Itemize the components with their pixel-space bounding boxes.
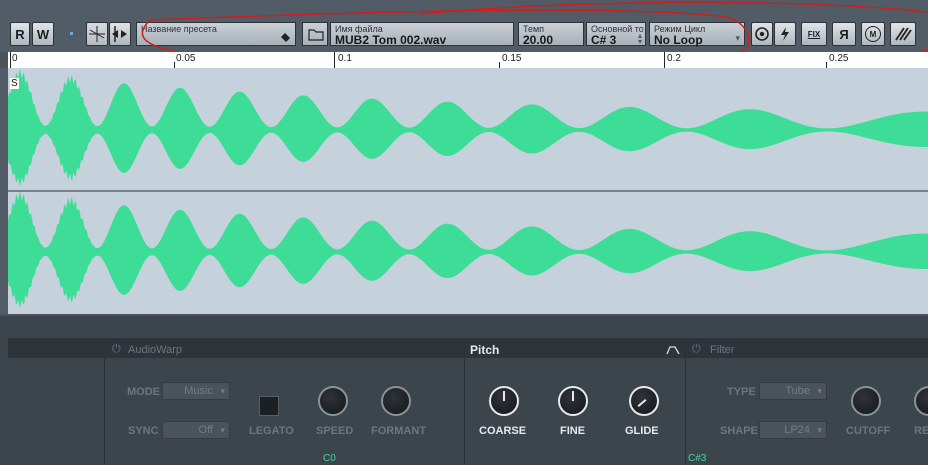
jump-button[interactable] <box>109 22 131 46</box>
formant-label: FORMANT <box>371 425 426 437</box>
resonance-label: RE <box>914 425 928 437</box>
waveform-channel-right <box>8 190 928 309</box>
file-name-field[interactable]: Имя файла MUB2 Tom 002.wav <box>330 22 514 47</box>
cutoff-label: CUTOFF <box>846 425 891 437</box>
key-label-low: C0 <box>323 453 336 464</box>
ruler-label-01: 0.1 <box>338 53 352 64</box>
type-label: TYPE <box>727 386 756 398</box>
start-marker[interactable]: S <box>10 78 19 89</box>
glide-knob[interactable] <box>629 386 659 416</box>
speed-label: SPEED <box>316 425 354 437</box>
tempo-value: 20.00 <box>523 33 554 47</box>
status-dot <box>70 32 73 35</box>
ruler-tick <box>10 52 11 68</box>
loop-dropdown-icon: ▾ <box>735 33 740 43</box>
shape-label: SHAPE <box>720 425 758 437</box>
filter-type-select[interactable]: Tube <box>759 382 827 400</box>
waveform-svg <box>8 68 928 309</box>
root-key-field[interactable]: Основной то C# 3 ▴ ▾ <box>586 22 646 47</box>
ruler-tick <box>334 52 335 68</box>
section-divider <box>464 338 465 465</box>
left-gutter <box>0 68 8 314</box>
root-stepper-icon[interactable]: ▴ ▾ <box>638 32 642 46</box>
ruler-label-005: 0.05 <box>176 53 196 64</box>
audiowarp-power-icon[interactable]: ⏻ <box>112 343 121 356</box>
mode-label: MODE <box>127 386 160 398</box>
sync-select[interactable]: Off <box>162 421 230 439</box>
waveform-display[interactable]: S <box>8 68 928 314</box>
read-button[interactable]: R <box>10 22 30 46</box>
parameter-panel: ⏻ AudioWarp MODE Music SYNC Off LEGATO S… <box>0 316 928 465</box>
fine-label: FINE <box>560 425 586 437</box>
fine-knob[interactable] <box>558 386 588 416</box>
speed-knob[interactable] <box>318 386 348 416</box>
mode-select[interactable]: Music <box>162 382 230 400</box>
m-circle-label: M <box>865 26 881 42</box>
slice-button[interactable] <box>890 22 916 46</box>
write-button[interactable]: W <box>32 22 54 46</box>
folder-icon <box>308 29 324 41</box>
ruler-tick <box>664 52 665 68</box>
ruler-label-025: 0.25 <box>829 53 849 64</box>
legato-label: LEGATO <box>249 425 294 437</box>
key-label-high: C#3 <box>688 453 707 464</box>
record-target-button[interactable] <box>751 22 773 46</box>
sync-label: SYNC <box>128 425 159 437</box>
waveform-channel-left <box>8 68 928 187</box>
file-name-value: MUB2 Tom 002.wav <box>335 33 447 47</box>
legato-checkbox[interactable] <box>259 396 279 416</box>
open-file-button[interactable] <box>302 22 328 46</box>
loop-mode-value: No Loop <box>654 33 703 47</box>
tempo-field[interactable]: Темп 20.00 <box>518 22 584 47</box>
lightning-button[interactable] <box>774 22 796 46</box>
toolbar: R W Название пресета Имя файла MUB2 Tom … <box>0 0 928 52</box>
target-icon <box>755 27 769 41</box>
preset-name-label: Название пресета <box>141 24 217 34</box>
section-divider <box>685 338 686 465</box>
loop-mode-field[interactable]: Режим Цикл No Loop ▾ <box>649 22 745 47</box>
slash-lines-icon <box>895 27 912 41</box>
snap-button[interactable] <box>86 22 108 46</box>
ruler-label-0: 0 <box>12 53 18 64</box>
filter-shape-select[interactable]: LP24 <box>759 421 827 439</box>
preset-tag-icon[interactable] <box>279 31 291 43</box>
fix-button[interactable]: FIX <box>801 22 827 46</box>
audiowarp-title: AudioWarp <box>128 344 183 356</box>
ruler-label-02: 0.2 <box>667 53 681 64</box>
cutoff-knob[interactable] <box>851 386 881 416</box>
filter-power-icon[interactable]: ⏻ <box>692 343 701 356</box>
crosshair-icon <box>89 26 105 42</box>
filter-title: Filter <box>710 344 735 356</box>
coarse-label: COARSE <box>479 425 527 437</box>
lightning-icon <box>781 27 789 41</box>
time-ruler[interactable]: 0 0.05 0.1 0.15 0.2 0.25 <box>8 52 928 69</box>
formant-knob[interactable] <box>381 386 411 416</box>
envelope-icon[interactable] <box>666 345 680 355</box>
m-button[interactable]: M <box>861 22 885 46</box>
arrow-jump-icon <box>112 26 127 42</box>
root-key-value: C# 3 <box>591 33 617 47</box>
empty-section <box>8 358 105 465</box>
coarse-knob[interactable] <box>489 386 519 416</box>
resonance-knob[interactable] <box>914 386 928 416</box>
ruler-label-015: 0.15 <box>502 53 522 64</box>
preset-name-field[interactable]: Название пресета <box>136 22 296 46</box>
glide-label: GLIDE <box>625 425 659 437</box>
ya-button[interactable]: Я <box>832 22 856 46</box>
pitch-title: Pitch <box>470 343 500 357</box>
